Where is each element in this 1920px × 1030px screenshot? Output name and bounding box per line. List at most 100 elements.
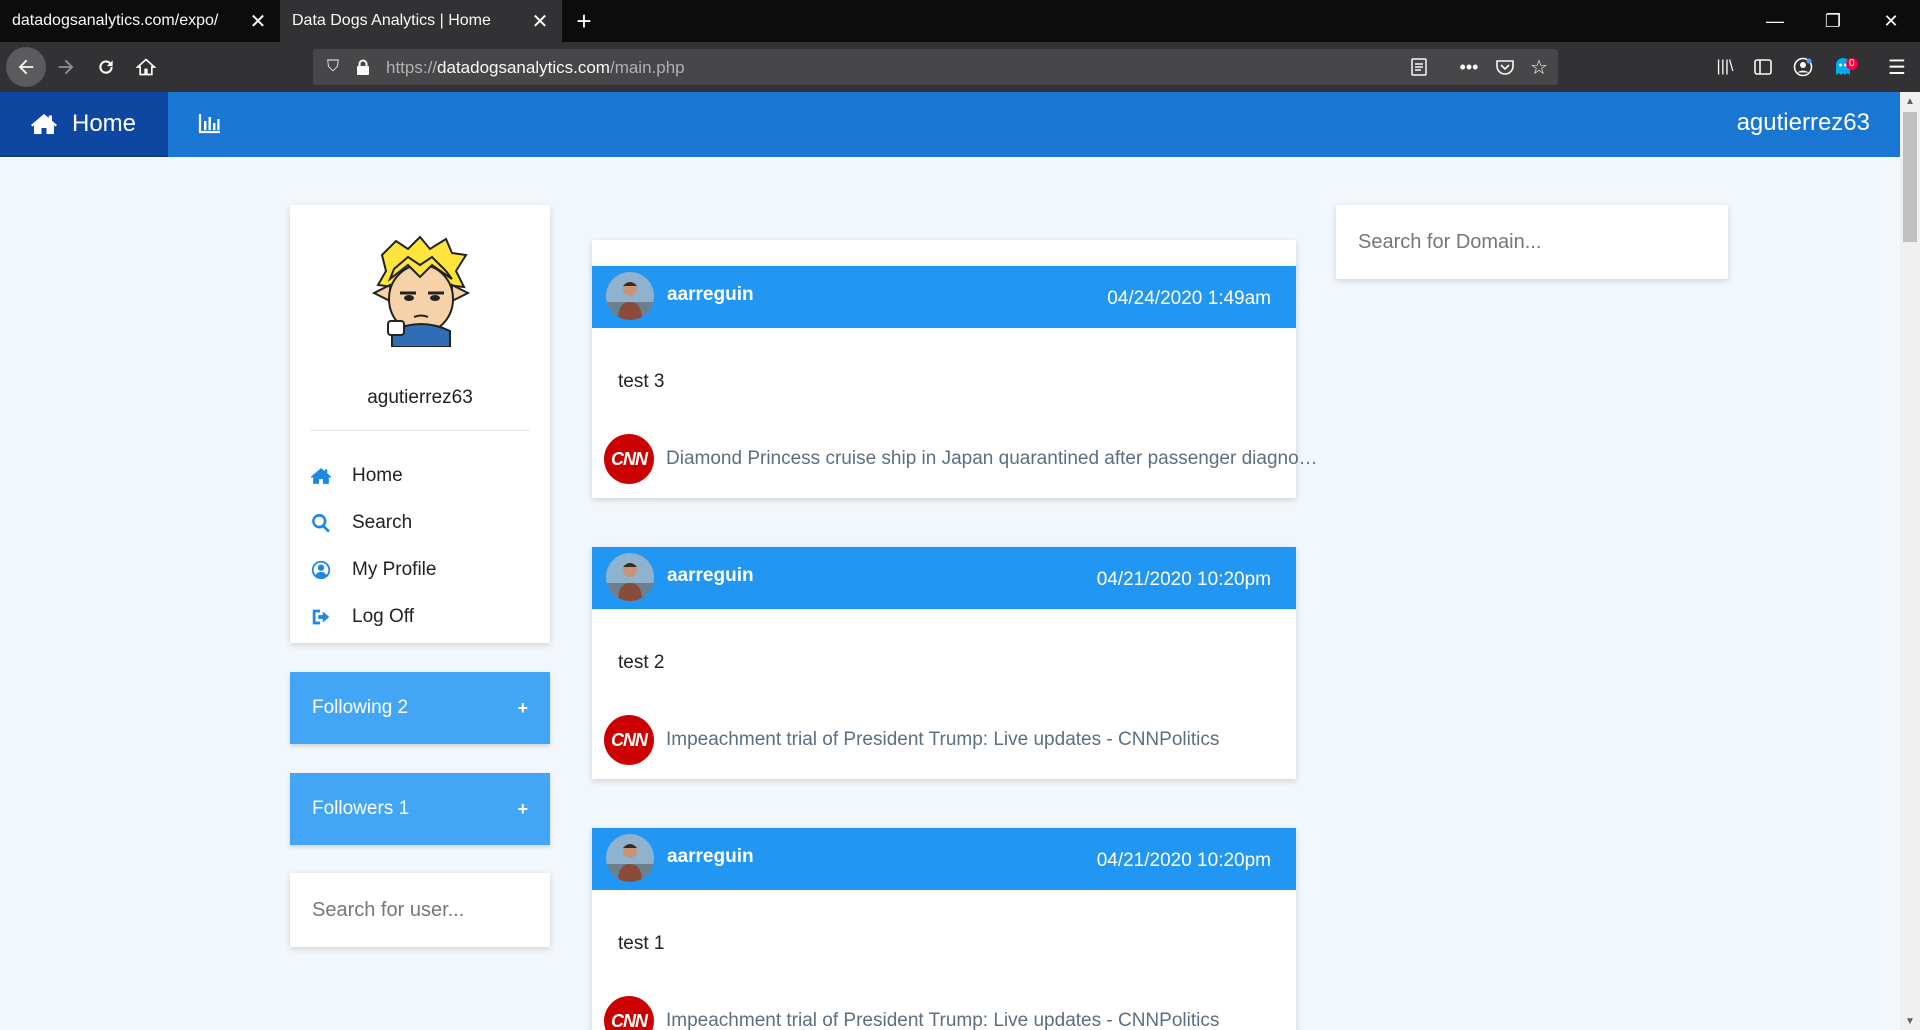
nav-home-label: Home [72, 109, 137, 137]
followers-label: Followers 1 [312, 798, 410, 819]
post-timestamp: 04/24/2020 1:49am [1107, 288, 1271, 309]
sidebar-item-label: Search [352, 512, 413, 533]
cartoon-avatar-icon [371, 235, 471, 348]
lock-icon[interactable] [351, 55, 375, 79]
user-photo-icon [606, 553, 654, 601]
post-link[interactable]: CNN Impeachment trial of President Trump… [604, 996, 1324, 1030]
scrollbar-thumb[interactable] [1903, 112, 1917, 242]
sidebar-item-label: My Profile [352, 559, 437, 580]
browser-nav-bar: ⛉ https://datadogsanalytics.com/main.php… [0, 42, 1920, 92]
nav-home-tab[interactable]: Home [0, 92, 168, 157]
library-icon[interactable]: |||\ [1712, 54, 1738, 80]
close-icon[interactable]: ✕ [248, 11, 268, 33]
following-label: Following 2 [312, 697, 409, 718]
user-search-box [290, 873, 550, 947]
url-text[interactable]: https://datadogsanalytics.com/main.php [386, 58, 685, 78]
divider [310, 430, 530, 431]
close-icon[interactable]: ✕ [530, 11, 550, 33]
sidebar-toggle-icon[interactable] [1750, 54, 1776, 80]
cnn-logo-icon: CNN [604, 996, 654, 1030]
post-text: test 3 [618, 371, 665, 392]
cnn-logo-icon: CNN [604, 434, 654, 484]
domain-search-box [1336, 205, 1728, 279]
profile-avatar[interactable] [368, 235, 474, 348]
page-scrollbar[interactable]: ▲ ▼ [1900, 92, 1920, 1030]
post-header: aarreguin 04/21/2020 10:20pm [592, 547, 1296, 609]
user-avatar[interactable] [606, 272, 654, 320]
bookmark-star-icon[interactable]: ☆ [1527, 55, 1551, 79]
post-card: aarreguin 04/21/2020 10:20pm test 2 CNN … [592, 547, 1296, 779]
header-username[interactable]: agutierrez63 [1737, 109, 1870, 137]
scroll-down-arrow-icon[interactable]: ▼ [1900, 1012, 1920, 1030]
home-icon [310, 468, 332, 484]
user-avatar[interactable] [606, 553, 654, 601]
browser-tab-expo[interactable]: datadogsanalytics.com/expo/ ✕ [0, 0, 280, 42]
search-icon [312, 513, 330, 533]
minimize-icon[interactable]: — [1746, 0, 1804, 42]
post-link[interactable]: CNN Impeachment trial of President Trump… [604, 715, 1324, 765]
shield-icon[interactable]: ⛉ [321, 55, 345, 79]
link-title[interactable]: Diamond Princess cruise ship in Japan qu… [666, 448, 1322, 470]
browser-tab-bar: datadogsanalytics.com/expo/ ✕ Data Dogs … [0, 0, 1920, 42]
home-button[interactable] [126, 47, 166, 87]
post-username[interactable]: aarreguin [667, 846, 754, 868]
page-viewport: Home agutierrez63 agutierrez63 Home Sear… [0, 92, 1900, 1030]
post-card: aarreguin 04/24/2020 1:49am test 3 CNN D… [592, 266, 1322, 498]
url-bar[interactable]: ⛉ https://datadogsanalytics.com/main.php… [313, 49, 1558, 85]
pocket-icon[interactable] [1493, 55, 1517, 79]
url-path: /main.php [609, 58, 685, 77]
url-prefix: https:// [386, 58, 438, 77]
home-icon [31, 113, 57, 134]
reader-view-icon[interactable] [1407, 55, 1431, 79]
sidebar-item-search[interactable]: Search [310, 508, 530, 538]
post-username[interactable]: aarreguin [667, 565, 754, 587]
extension-badge: 0 [1846, 58, 1858, 70]
bar-chart-icon [198, 114, 220, 134]
cnn-logo-icon: CNN [604, 715, 654, 765]
search-domain-input[interactable] [1358, 230, 1728, 254]
user-photo-icon [606, 272, 654, 320]
post-timestamp: 04/21/2020 10:20pm [1096, 850, 1271, 871]
expand-plus-icon[interactable]: + [517, 698, 528, 719]
more-actions-icon[interactable]: ••• [1457, 55, 1481, 79]
post-link[interactable]: CNN Diamond Princess cruise ship in Japa… [604, 434, 1324, 484]
account-icon[interactable] [1790, 54, 1816, 80]
expand-plus-icon[interactable]: + [517, 799, 528, 820]
user-photo-icon [606, 834, 654, 882]
post-card: aarreguin 04/21/2020 10:20pm test 1 CNN … [592, 828, 1296, 1030]
user-avatar[interactable] [606, 834, 654, 882]
profile-username[interactable]: agutierrez63 [290, 387, 550, 409]
post-text: test 1 [618, 933, 665, 954]
restore-icon[interactable]: ❐ [1804, 0, 1862, 42]
forward-button[interactable] [46, 47, 86, 87]
sidebar-item-log-off[interactable]: Log Off [310, 602, 530, 632]
window-close-icon[interactable]: ✕ [1862, 0, 1920, 42]
reload-button[interactable] [86, 47, 126, 87]
link-title[interactable]: Impeachment trial of President Trump: Li… [666, 1010, 1322, 1030]
following-panel[interactable]: Following 2 + [290, 672, 550, 744]
link-title[interactable]: Impeachment trial of President Trump: Li… [666, 729, 1322, 751]
nav-analytics-tab[interactable] [197, 110, 223, 136]
user-circle-icon [311, 560, 331, 580]
sidebar-item-label: Home [352, 465, 403, 486]
sidebar-item-label: Log Off [352, 606, 414, 627]
followers-panel[interactable]: Followers 1 + [290, 773, 550, 845]
tab-title: datadogsanalytics.com/expo/ [12, 12, 219, 29]
browser-tab-home[interactable]: Data Dogs Analytics | Home ✕ [280, 0, 562, 42]
arrow-left-icon [18, 59, 34, 75]
hamburger-menu-icon[interactable]: ☰ [1884, 54, 1910, 80]
post-header: aarreguin 04/21/2020 10:20pm [592, 828, 1296, 890]
post-username[interactable]: aarreguin [667, 284, 754, 306]
arrow-right-icon [58, 59, 74, 75]
post-text: test 2 [618, 652, 665, 673]
new-tab-button[interactable]: + [562, 0, 606, 42]
reload-icon [99, 60, 113, 74]
sidebar-item-home[interactable]: Home [310, 461, 530, 491]
back-button[interactable] [6, 47, 46, 87]
sidebar-item-my-profile[interactable]: My Profile [310, 555, 530, 585]
scroll-up-arrow-icon[interactable]: ▲ [1900, 92, 1920, 110]
search-user-input[interactable] [312, 898, 550, 922]
ghostery-extension-icon[interactable]: 0 [1830, 54, 1858, 80]
post-timestamp: 04/21/2020 10:20pm [1096, 569, 1271, 590]
post-header: aarreguin 04/24/2020 1:49am [592, 266, 1296, 328]
